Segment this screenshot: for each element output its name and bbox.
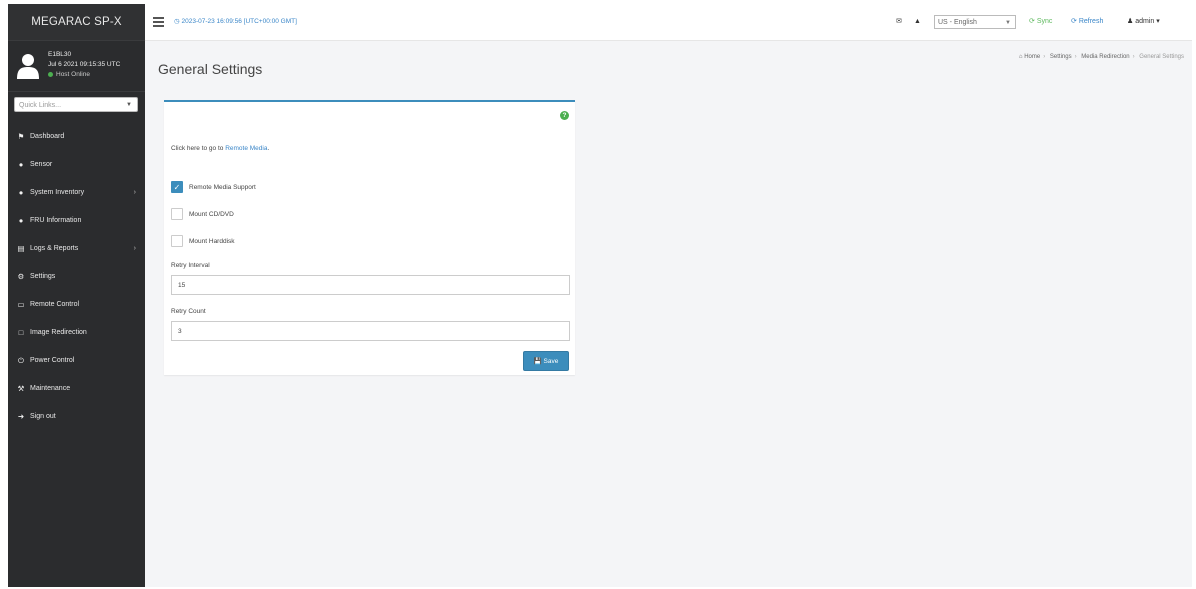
retry-interval-input[interactable]: 15: [171, 275, 570, 295]
remote-media-support-label: Remote Media Support: [189, 184, 256, 191]
retry-count-label: Retry Count: [171, 308, 206, 315]
login-time: Jul 6 2021 09:15:35 UTC: [48, 61, 121, 68]
breadcrumb-home[interactable]: Home: [1024, 54, 1040, 60]
dashboard-icon: ⚑: [17, 132, 25, 141]
user-menu-label: admin: [1135, 18, 1155, 25]
user-status-icon[interactable]: ▲: [914, 4, 921, 40]
sidebar-item-label: System Inventory: [30, 189, 85, 196]
datetime-text: 2023-07-23 16:09:56 [UTC+00:00 GMT]: [181, 18, 297, 25]
mount-cd-dvd-checkbox[interactable]: [171, 208, 183, 220]
sync-button[interactable]: ⟳ Sync: [1029, 4, 1052, 40]
chart-icon: ▤: [17, 244, 25, 253]
app-window: MEGARAC SP-X E1BL30 Jul 6 2021 09:15:35 …: [8, 4, 1192, 587]
user-icon: ♟: [1127, 18, 1134, 25]
breadcrumb: ⌂ Home › Settings › Media Redirection › Gen…: [1018, 54, 1184, 60]
image-redirection-icon: □: [18, 328, 24, 337]
sync-label: Sync: [1036, 18, 1053, 25]
home-icon: ⌂: [1018, 54, 1023, 60]
save-label: Save: [543, 358, 559, 365]
user-panel: E1BL30 Jul 6 2021 09:15:35 UTC Host Onli…: [8, 41, 145, 92]
sidebar-item-label: Dashboard: [30, 133, 65, 140]
save-icon: 💾: [533, 358, 542, 365]
breadcrumb-media-redirection[interactable]: Media Redirection: [1081, 54, 1129, 60]
info-icon: ●: [18, 216, 24, 225]
link-prefix: Click here to go to: [171, 145, 224, 152]
mount-cd-dvd-label: Mount CD/DVD: [189, 211, 234, 218]
link-suffix: .: [267, 145, 270, 152]
quick-links-placeholder: Quick Links...: [19, 102, 62, 109]
sensor-icon: ●: [18, 160, 24, 169]
save-button[interactable]: 💾 Save: [523, 351, 569, 371]
sidebar-item-system-inventory[interactable]: ● System Inventory ›: [8, 179, 145, 207]
chevron-right-icon: ›: [133, 245, 136, 252]
quick-links-select[interactable]: Quick Links... ▼: [14, 97, 138, 112]
sign-out-icon: ➜: [17, 412, 25, 421]
mount-harddisk-checkbox[interactable]: [171, 235, 183, 247]
gear-icon: ⚙: [17, 272, 25, 281]
chevron-down-icon: ▼: [1005, 20, 1011, 26]
online-status-icon: [48, 71, 53, 77]
chevron-right-icon: ›: [133, 189, 136, 196]
sidebar-item-label: Maintenance: [30, 385, 71, 392]
language-select[interactable]: US - English ▼: [934, 15, 1016, 29]
breadcrumb-current: General Settings: [1139, 54, 1184, 60]
menu-toggle-icon[interactable]: [153, 17, 164, 27]
sidebar-item-label: Sign out: [30, 413, 56, 420]
monitor-icon: ▭: [17, 300, 25, 309]
host-status: Host Online: [48, 70, 120, 80]
brand-logo[interactable]: MEGARAC SP-X: [8, 4, 145, 41]
sync-icon: ⟳: [1029, 18, 1035, 25]
sidebar-item-fru-information[interactable]: ● FRU Information: [8, 207, 145, 235]
page-title: General Settings: [158, 61, 263, 77]
sidebar-item-label: Image Redirection: [30, 329, 87, 336]
host-status-label: Host Online: [56, 71, 90, 78]
sidebar-item-power-control[interactable]: ⏻ Power Control: [8, 347, 145, 375]
top-bar: ◷ 2023-07-23 16:09:56 [UTC+00:00 GMT] ✉ …: [145, 4, 1192, 41]
wrench-icon: ⚒: [17, 384, 25, 393]
sidebar-item-sensor[interactable]: ● Sensor: [8, 151, 145, 179]
power-icon: ⏻: [18, 356, 24, 365]
user-avatar-icon: [17, 54, 39, 79]
system-datetime: ◷ 2023-07-23 16:09:56 [UTC+00:00 GMT]: [174, 4, 297, 40]
sidebar-item-label: Sensor: [30, 161, 53, 168]
remote-media-link-line: Click here to go to Remote Media.: [171, 145, 269, 152]
general-settings-card: ? Click here to go to Remote Media. ✓ Re…: [164, 100, 575, 375]
mount-harddisk-label: Mount Harddisk: [189, 238, 235, 245]
sidebar-item-image-redirection[interactable]: □ Image Redirection: [8, 319, 145, 347]
clock-icon: ◷: [174, 18, 180, 25]
sidebar-item-label: Logs & Reports: [30, 245, 79, 252]
language-value: US - English: [938, 19, 977, 26]
sidebar-item-settings[interactable]: ⚙ Settings: [8, 263, 145, 291]
sidebar-item-logs-reports[interactable]: ▤ Logs & Reports ›: [8, 235, 145, 263]
chevron-down-icon: ▼: [126, 102, 132, 108]
user-name: E1BL30: [48, 51, 72, 58]
refresh-icon: ⟳: [1071, 18, 1077, 25]
remote-media-support-checkbox[interactable]: ✓: [171, 181, 183, 193]
retry-count-input[interactable]: 3: [171, 321, 570, 341]
user-info: E1BL30 Jul 6 2021 09:15:35 UTC Host Onli…: [48, 50, 120, 80]
sidebar: MEGARAC SP-X E1BL30 Jul 6 2021 09:15:35 …: [8, 4, 145, 587]
sidebar-item-label: Settings: [30, 273, 56, 280]
sidebar-nav: ⚑ Dashboard ● Sensor ● System Inventory …: [8, 123, 145, 431]
sidebar-item-label: Remote Control: [30, 301, 80, 308]
refresh-button[interactable]: ⟳ Refresh: [1071, 4, 1103, 40]
inventory-icon: ●: [18, 188, 24, 197]
remote-media-link[interactable]: Remote Media: [225, 145, 267, 152]
retry-interval-label: Retry Interval: [171, 262, 210, 269]
refresh-label: Refresh: [1078, 18, 1104, 25]
help-icon[interactable]: ?: [560, 111, 569, 120]
sidebar-item-label: FRU Information: [30, 217, 82, 224]
sidebar-item-remote-control[interactable]: ▭ Remote Control: [8, 291, 145, 319]
breadcrumb-settings[interactable]: Settings: [1050, 54, 1072, 60]
sidebar-item-sign-out[interactable]: ➜ Sign out: [8, 403, 145, 431]
user-menu[interactable]: ♟ admin ▾: [1127, 4, 1160, 40]
sidebar-item-label: Power Control: [30, 357, 75, 364]
chevron-down-icon: ▾: [1156, 18, 1160, 25]
sidebar-item-dashboard[interactable]: ⚑ Dashboard: [8, 123, 145, 151]
sidebar-item-maintenance[interactable]: ⚒ Maintenance: [8, 375, 145, 403]
envelope-icon[interactable]: ✉: [896, 4, 902, 40]
